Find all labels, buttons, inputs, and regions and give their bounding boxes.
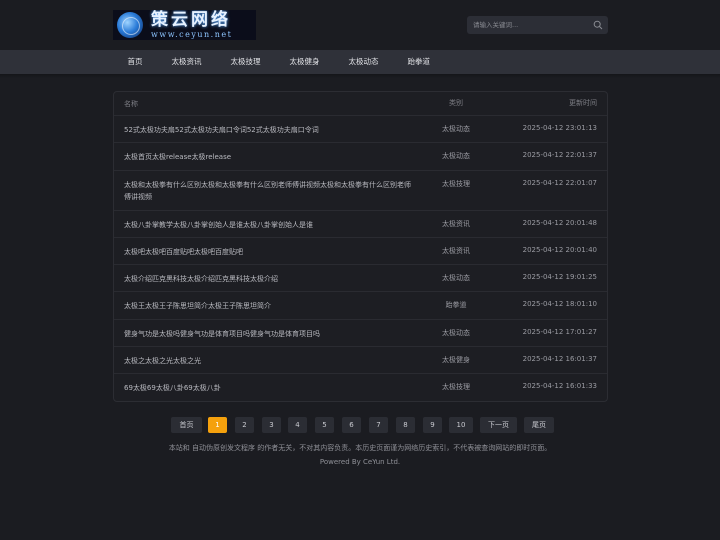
footer-disclaimer: 本站和 自动伪原创发文程序 的作者无关，不对其内容负责。本历史页面谨为网络历史索…	[168, 444, 552, 452]
nav-item-home[interactable]: 首页	[113, 50, 157, 74]
header-time: 更新时间	[569, 99, 597, 107]
row-category: 太极健身	[442, 356, 470, 364]
row-category: 太极动态	[442, 274, 470, 282]
search-box	[467, 16, 608, 34]
row-time: 2025-04-12 19:01:25	[522, 273, 597, 281]
page-button-9[interactable]: 9	[423, 417, 442, 433]
table-header: 名称 类别 更新时间	[114, 92, 607, 116]
table-row: 太极王太极王子陈思坦简介太极王子陈思坦简介 跆拳道 2025-04-12 18:…	[114, 292, 607, 320]
table-row: 太极之太极之光太极之光 太极健身 2025-04-12 16:01:37	[114, 347, 607, 374]
logo-text: 策云网络 www.ceyun.net	[151, 10, 233, 39]
nav-item-taiji-fitness[interactable]: 太极健身	[275, 50, 334, 74]
page-last-button[interactable]: 尾页	[524, 417, 554, 433]
table-row: 52式太极功夫扇52式太极功夫扇口令词52式太极功夫扇口令词 太极动态 2025…	[114, 116, 607, 143]
row-title-link[interactable]: 太极介绍匹克黑科技太极介绍匹克黑科技太极介绍	[124, 273, 416, 285]
row-title-link[interactable]: 太极王太极王子陈思坦简介太极王子陈思坦简介	[124, 300, 416, 312]
row-time: 2025-04-12 22:01:37	[522, 151, 597, 159]
nav-item-taekwondo[interactable]: 跆拳道	[393, 50, 445, 74]
page-next-button[interactable]: 下一页	[480, 417, 517, 433]
main-nav: 首页 太极资讯 太极技理 太极健身 太极动态 跆拳道	[0, 50, 720, 74]
row-time: 2025-04-12 23:01:13	[522, 124, 597, 132]
table-row: 69太极69太极八卦69太极八卦 太极技理 2025-04-12 16:01:3…	[114, 374, 607, 401]
row-title-link[interactable]: 太极之太极之光太极之光	[124, 355, 416, 367]
row-time: 2025-04-12 22:01:07	[522, 179, 597, 187]
footer-powered-by: Powered By CeYun Ltd.	[319, 458, 401, 466]
page-button-6[interactable]: 6	[342, 417, 361, 433]
row-category: 太极技理	[442, 383, 470, 391]
table-row: 太极和太极拳有什么区别太极和太极拳有什么区别老师傅讲视频太极和太极拳有什么区别老…	[114, 171, 607, 211]
header: 策云网络 www.ceyun.net	[0, 0, 720, 50]
row-category: 太极资讯	[442, 220, 470, 228]
row-title-link[interactable]: 69太极69太极八卦69太极八卦	[124, 382, 416, 394]
search-icon[interactable]	[593, 20, 603, 30]
nav-item-taiji-updates[interactable]: 太极动态	[334, 50, 393, 74]
page-button-4[interactable]: 4	[288, 417, 307, 433]
row-time: 2025-04-12 20:01:40	[522, 246, 597, 254]
table-row: 健身气功是太极吗健身气功是体育项目吗健身气功是体育项目吗 太极动态 2025-0…	[114, 320, 607, 347]
page-button-5[interactable]: 5	[315, 417, 334, 433]
page-button-8[interactable]: 8	[396, 417, 415, 433]
pagination: 首页 1 2 3 4 5 6 7 8 9 10 下一页 尾页	[0, 417, 720, 433]
row-category: 跆拳道	[445, 301, 467, 309]
page-button-1[interactable]: 1	[208, 417, 227, 433]
nav-item-taiji-news[interactable]: 太极资讯	[157, 50, 216, 74]
row-category: 太极动态	[442, 152, 470, 160]
row-time: 2025-04-12 16:01:37	[522, 355, 597, 363]
row-time: 2025-04-12 17:01:27	[522, 328, 597, 336]
page-button-10[interactable]: 10	[449, 417, 473, 433]
page-button-2[interactable]: 2	[235, 417, 254, 433]
logo-title: 策云网络	[151, 10, 231, 30]
page-button-3[interactable]: 3	[262, 417, 281, 433]
row-time: 2025-04-12 20:01:48	[522, 219, 597, 227]
table-row: 太极介绍匹克黑科技太极介绍匹克黑科技太极介绍 太极动态 2025-04-12 1…	[114, 265, 607, 292]
row-title-link[interactable]: 太极首页太极release太极release	[124, 151, 416, 163]
logo-url: www.ceyun.net	[151, 29, 233, 39]
header-name: 名称	[124, 100, 138, 108]
page-first-button[interactable]: 首页	[171, 417, 202, 433]
table-row: 太极首页太极release太极release 太极动态 2025-04-12 2…	[114, 143, 607, 171]
table-row: 太极吧太极吧百度贴吧太极吧百度贴吧 太极资讯 2025-04-12 20:01:…	[114, 238, 607, 265]
row-title-link[interactable]: 太极吧太极吧百度贴吧太极吧百度贴吧	[124, 246, 416, 258]
nav-shadow	[0, 74, 720, 78]
row-title-link[interactable]: 太极和太极拳有什么区别太极和太极拳有什么区别老师傅讲视频太极和太极拳有什么区别老…	[124, 179, 416, 203]
row-time: 2025-04-12 18:01:10	[522, 300, 597, 308]
article-table: 名称 类别 更新时间 52式太极功夫扇52式太极功夫扇口令词52式太极功夫扇口令…	[113, 91, 608, 402]
page-button-7[interactable]: 7	[369, 417, 388, 433]
row-title-link[interactable]: 健身气功是太极吗健身气功是体育项目吗健身气功是体育项目吗	[124, 328, 416, 340]
row-time: 2025-04-12 16:01:33	[522, 382, 597, 390]
header-category: 类别	[449, 99, 463, 107]
row-category: 太极资讯	[442, 247, 470, 255]
table-row: 太极八卦掌教学太极八卦掌创始人是谁太极八卦掌创始人是谁 太极资讯 2025-04…	[114, 211, 607, 238]
row-category: 太极动态	[442, 125, 470, 133]
site-logo[interactable]: 策云网络 www.ceyun.net	[113, 10, 256, 40]
search-input[interactable]	[467, 16, 585, 34]
nav-item-taiji-technique[interactable]: 太极技理	[216, 50, 275, 74]
row-category: 太极技理	[442, 180, 470, 188]
globe-icon	[117, 12, 143, 38]
row-category: 太极动态	[442, 329, 470, 337]
row-title-link[interactable]: 52式太极功夫扇52式太极功夫扇口令词52式太极功夫扇口令词	[124, 124, 416, 136]
row-title-link[interactable]: 太极八卦掌教学太极八卦掌创始人是谁太极八卦掌创始人是谁	[124, 219, 416, 231]
